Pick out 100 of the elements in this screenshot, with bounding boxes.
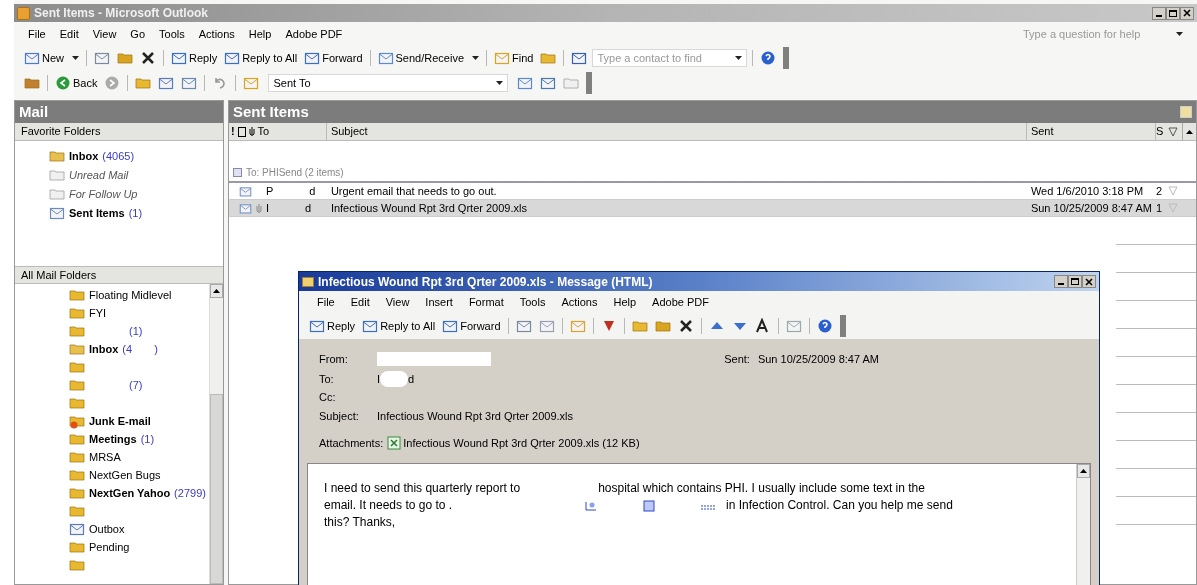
scrollbar[interactable] [1076, 464, 1090, 585]
menu-item[interactable]: Tools [159, 25, 185, 43]
close-icon [140, 50, 156, 66]
minimize-button[interactable] [1152, 6, 1166, 20]
toolbar-button[interactable]: Send/Receive [375, 48, 481, 68]
column-header[interactable]: Sent [1026, 123, 1156, 140]
help-icon [816, 318, 833, 334]
folder-item[interactable]: Junk E-mail [69, 412, 209, 430]
menu-item[interactable]: Adobe PDF [285, 25, 343, 43]
toolbar-button[interactable]: New [22, 48, 81, 68]
toolbar-button[interactable]: Find [492, 48, 536, 68]
menu-item[interactable]: Actions [561, 293, 598, 311]
up-arrow-icon [212, 289, 220, 293]
folder-item[interactable]: Floating Midlevel [69, 286, 209, 304]
sent-date-text: Sun 10/25/2009 8:47 AM [757, 351, 879, 367]
menu-item[interactable]: View [92, 25, 117, 43]
folder-item[interactable]: FYI [69, 304, 209, 322]
caret-icon [496, 81, 504, 85]
subject-text: Infectious Wound Rpt 3rd Qrter 2009.xls [377, 408, 574, 424]
folder-item[interactable]: (1) [69, 322, 209, 340]
favorite-folder[interactable]: For Follow Up [49, 185, 223, 203]
maximize-button[interactable] [1166, 6, 1180, 20]
menu-item[interactable]: Insert [425, 293, 453, 311]
body-text: this? Thanks, [324, 514, 396, 531]
menu-item[interactable]: File [317, 293, 335, 311]
menu-item[interactable]: Edit [59, 25, 79, 43]
message-row[interactable]: P d Urgent email that needs to go out. Wed 1/6/2010 3:18 PM 2 [228, 183, 1196, 200]
toolbar-button[interactable]: Reply to All [360, 316, 438, 336]
folder-item[interactable]: NextGen Bugs [69, 466, 209, 484]
toolbar-button[interactable]: Reply to All [222, 48, 300, 68]
attachment-link[interactable]: Infectious Wound Rpt 3rd Qrter 2009.xls (12 KB) [387, 434, 640, 452]
size-cell-text: 2 [1156, 183, 1164, 199]
up-arrow-icon [1080, 469, 1087, 473]
toolbar-button[interactable]: Back [53, 73, 100, 93]
folder-item[interactable]: (7) [69, 376, 209, 394]
toolbar-button[interactable]: Forward [440, 316, 503, 336]
scrollbar[interactable] [208, 284, 223, 584]
window-title: Sent Items - Microsoft Outlook [34, 5, 209, 22]
toolbar-handle[interactable] [783, 47, 790, 69]
close-icon [1183, 9, 1191, 17]
favorite-folder[interactable]: Inbox (4065) [49, 147, 223, 165]
field-label: Cc: [319, 389, 336, 405]
up-arrow-icon [1186, 129, 1193, 134]
contact-search-field[interactable]: Type a contact to find [592, 49, 748, 67]
maximize-button[interactable] [1068, 275, 1082, 288]
menu-item[interactable]: Edit [350, 293, 370, 311]
view-combo-box[interactable]: Sent To [268, 74, 509, 92]
column-header[interactable]: ! [230, 123, 235, 140]
body-text: email. It needs to go to . [324, 497, 453, 514]
folder-item[interactable]: NextGen Yahoo (2799) [69, 484, 209, 502]
sent-date-cell-text: Sun 10/25/2009 8:47 AM [1029, 200, 1153, 216]
column-header[interactable]: To [257, 123, 270, 140]
redaction-blot [380, 371, 409, 387]
section-header: Favorite Folders [15, 123, 223, 141]
paperclip-icon [255, 202, 262, 214]
size-cell-text: 1 [1156, 200, 1164, 216]
toolbar-button[interactable]: Reply [307, 316, 358, 336]
pane-header: Mail [15, 101, 223, 123]
section-header: All Mail Folders [15, 266, 223, 284]
paperclip-icon [248, 126, 255, 137]
menu-item[interactable]: View [385, 293, 410, 311]
folder-item[interactable]: MRSA [69, 448, 209, 466]
menu-item[interactable]: Help [613, 293, 637, 311]
menu-item[interactable]: Tools [519, 293, 546, 311]
pane-title: Sent Items [232, 101, 309, 122]
body-text: hospital which contains PHI. I usually include some text in the [598, 480, 925, 497]
folder-item[interactable]: Outbox [69, 520, 209, 538]
toolbar-handle[interactable] [586, 72, 593, 94]
sent-date-cell-text: Wed 1/6/2010 3:18 PM [1029, 183, 1145, 199]
menu-item[interactable]: Format [468, 293, 504, 311]
menu-item[interactable]: Adobe PDF [652, 293, 709, 311]
menu-item[interactable]: Go [130, 25, 146, 43]
close-button[interactable] [1082, 275, 1096, 288]
field-label: Sent: [724, 351, 750, 367]
app-icon [17, 6, 30, 20]
folder-item[interactable]: Inbox (4 ) [69, 340, 209, 358]
help-icon [760, 50, 777, 66]
recipient-text: d [408, 371, 415, 387]
favorite-folder[interactable]: Unread Mail [49, 166, 223, 184]
window-title: Infectious Wound Rpt 3rd Qrter 2009.xls - Message (HTML) [318, 273, 654, 291]
column-header[interactable]: Subject [326, 123, 1027, 140]
help-question-field[interactable]: Type a question for help [1023, 25, 1183, 43]
menu-item[interactable]: Actions [198, 25, 235, 43]
toolbar-handle[interactable] [839, 315, 846, 337]
toolbar-button[interactable]: Reply [169, 48, 220, 68]
recipient-text: I [377, 371, 381, 387]
menu-item[interactable]: File [28, 25, 46, 43]
folder-item[interactable]: Pending [69, 538, 209, 556]
minimize-button[interactable] [1054, 275, 1068, 288]
close-button[interactable] [1180, 6, 1194, 20]
menu-item[interactable]: Help [248, 25, 272, 43]
favorite-folder[interactable]: Sent Items (1) [49, 204, 223, 222]
junk-folder-icon [69, 413, 85, 429]
body-text: I need to send this quarterly report to [324, 480, 521, 497]
caret-icon [1176, 32, 1183, 36]
message-row[interactable]: I d Infectious Wound Rpt 3rd Qrter 2009.xls Sun 10/25/2009 8:47 AM 1 [228, 200, 1196, 217]
toolbar-button[interactable]: Forward [302, 48, 365, 68]
folder-item[interactable]: Meetings (1) [69, 430, 209, 448]
close-icon [1085, 277, 1093, 286]
column-header[interactable]: S [1156, 123, 1168, 140]
